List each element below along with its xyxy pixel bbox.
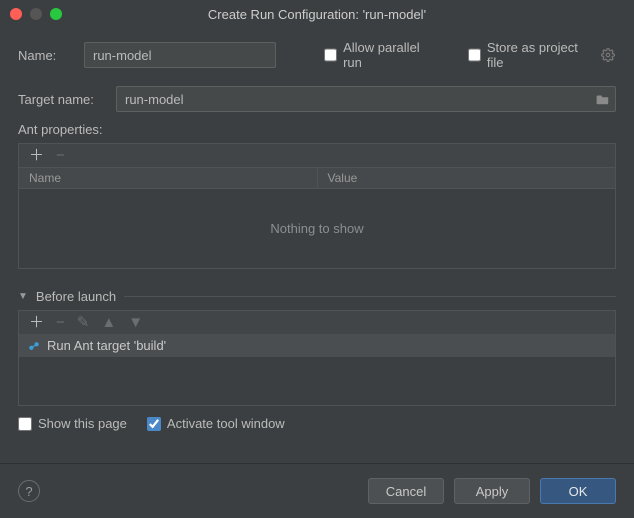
before-launch-label: Before launch [36, 289, 116, 304]
separator-line [124, 296, 616, 297]
chevron-down-icon[interactable]: ▼ [18, 291, 28, 302]
ant-properties-toolbar: ＋ − [18, 143, 616, 167]
add-icon[interactable]: ＋ [29, 148, 44, 163]
titlebar: Create Run Configuration: 'run-model' [0, 0, 634, 28]
footer-separator [0, 463, 634, 464]
name-input[interactable] [84, 42, 276, 68]
column-value-header: Value [318, 168, 616, 188]
before-launch-toolbar: ＋ − ✎ ▲ ▼ [18, 310, 616, 334]
show-this-page-checkbox[interactable]: Show this page [18, 416, 127, 431]
before-launch-section-header[interactable]: ▼ Before launch [18, 289, 616, 304]
ant-properties-table-header: Name Value [18, 167, 616, 189]
move-up-icon: ▲ [101, 315, 116, 330]
gear-icon[interactable] [601, 47, 616, 63]
column-name-header: Name [19, 168, 318, 188]
ok-button[interactable]: OK [540, 478, 616, 504]
window-controls [10, 8, 62, 20]
ant-icon [27, 339, 41, 353]
move-down-icon: ▼ [128, 315, 143, 330]
cancel-button[interactable]: Cancel [368, 478, 444, 504]
activate-tool-window-label: Activate tool window [167, 416, 285, 431]
store-as-project-file-label: Store as project file [487, 40, 591, 70]
apply-button[interactable]: Apply [454, 478, 530, 504]
target-name-field[interactable] [116, 86, 616, 112]
list-item-label: Run Ant target 'build' [47, 338, 166, 353]
zoom-window-button[interactable] [50, 8, 62, 20]
close-window-button[interactable] [10, 8, 22, 20]
allow-parallel-run-checkbox-input[interactable] [324, 48, 337, 62]
edit-icon: ✎ [77, 315, 90, 330]
add-icon[interactable]: ＋ [29, 315, 44, 330]
target-name-input[interactable] [117, 92, 591, 107]
before-launch-list[interactable]: Run Ant target 'build' [18, 334, 616, 406]
allow-parallel-run-label: Allow parallel run [343, 40, 436, 70]
activate-tool-window-checkbox-input[interactable] [147, 417, 161, 431]
activate-tool-window-checkbox[interactable]: Activate tool window [147, 416, 285, 431]
list-item[interactable]: Run Ant target 'build' [19, 334, 615, 357]
help-button[interactable]: ? [18, 480, 40, 502]
name-label: Name: [18, 48, 74, 63]
target-name-label: Target name: [18, 92, 106, 107]
dialog-title: Create Run Configuration: 'run-model' [208, 7, 426, 22]
ant-properties-table-body: Nothing to show [18, 189, 616, 269]
ant-properties-label: Ant properties: [18, 122, 616, 137]
remove-icon: − [56, 315, 65, 330]
empty-table-text: Nothing to show [270, 221, 363, 236]
store-as-project-file-checkbox-input[interactable] [468, 48, 481, 62]
allow-parallel-run-checkbox[interactable]: Allow parallel run [324, 40, 436, 70]
remove-icon: − [56, 148, 65, 163]
store-as-project-file-checkbox[interactable]: Store as project file [468, 40, 591, 70]
show-this-page-checkbox-input[interactable] [18, 417, 32, 431]
minimize-window-button[interactable] [30, 8, 42, 20]
folder-icon[interactable] [591, 93, 615, 105]
show-this-page-label: Show this page [38, 416, 127, 431]
